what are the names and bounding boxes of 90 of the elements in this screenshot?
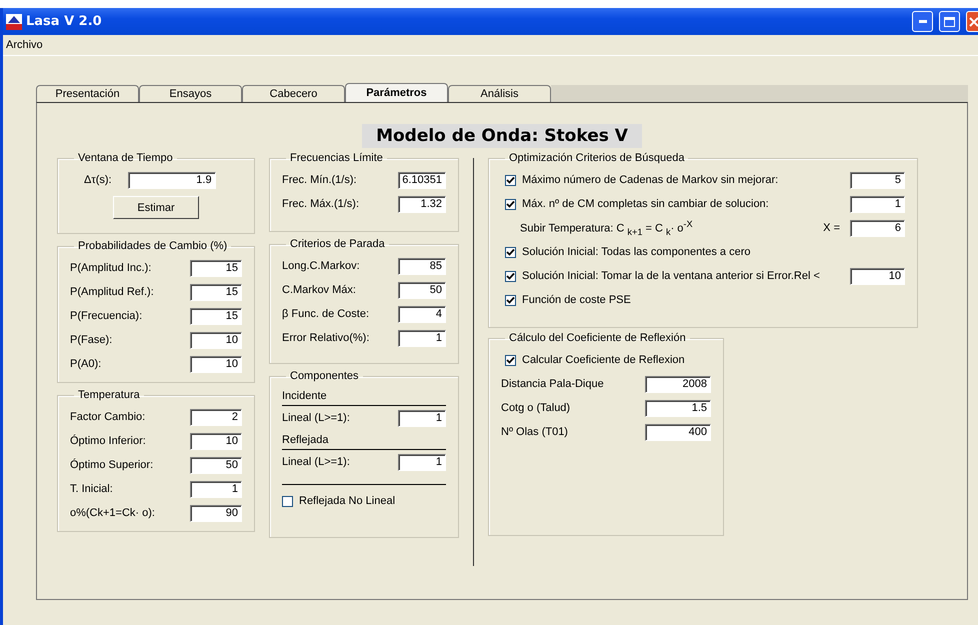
checkbox[interactable] [505, 354, 516, 366]
field-label: Lineal (L>=1): [282, 456, 350, 468]
formula-label: Subir Temperatura: C $_{k+1}$ = C $_{k}$· o$^{-X}$ [519, 219, 693, 237]
field-label: β Func. de Coste: [282, 308, 370, 320]
section-heading: Reflejada [282, 430, 446, 450]
input-field[interactable]: 90 [190, 504, 242, 522]
group-title: Optimización Criterios de Búsqueda [508, 152, 686, 164]
checkbox[interactable] [282, 496, 293, 506]
input-field[interactable]: 10 [190, 432, 242, 450]
section-heading: Incidente [282, 386, 446, 406]
field-label: P(Amplitud Inc.): [70, 262, 152, 274]
group-title: Probabilidades de Cambio (%) [77, 240, 228, 252]
checkbox-label[interactable]: Solución Inicial: Tomar la de la ventana anterior si Error.Rel < [522, 270, 820, 282]
input-field[interactable]: 50 [190, 456, 242, 474]
input-field[interactable]: 15 [190, 260, 242, 276]
input-field[interactable]: 1 [398, 330, 446, 346]
field-label: P(Frecuencia): [70, 310, 142, 322]
minimize-icon [918, 20, 926, 23]
group-title: Cálculo del Coeficiente de Reflexión [508, 332, 687, 344]
checkbox[interactable] [505, 174, 516, 186]
input-field[interactable]: 1.9 [128, 172, 216, 188]
field-label: Error Relativo(%): [282, 332, 370, 344]
checkbox-label[interactable]: Función de coste PSE [522, 294, 631, 306]
input-field[interactable]: 4 [398, 306, 446, 322]
app-logo-icon [6, 14, 22, 30]
checkbox[interactable] [505, 198, 516, 210]
input-field[interactable]: 2 [190, 408, 242, 426]
close-icon [969, 16, 978, 26]
group-title: Temperatura [77, 389, 141, 401]
input-field[interactable]: 1 [850, 196, 905, 212]
field-label: P(Amplitud Ref.): [70, 286, 154, 298]
field-label: Frec. Máx.(1/s): [282, 198, 360, 210]
checkbox-label[interactable]: Máximo número de Cadenas de Markov sin mejorar: [522, 174, 778, 186]
field-label: Nº Olas (T01) [501, 426, 568, 438]
input-field[interactable]: 15 [190, 308, 242, 324]
field-label: Δτ(s): [84, 174, 112, 186]
field-label: Cotg o (Talud) [501, 402, 570, 414]
field-label: Long.C.Markov: [282, 260, 360, 272]
field-label: o%(Ck+1=Ck· o): [70, 507, 155, 519]
checkbox[interactable] [505, 294, 516, 306]
input-field[interactable]: 10 [190, 356, 242, 372]
maximize-icon [944, 16, 955, 26]
input-field[interactable]: 1.32 [398, 196, 446, 212]
input-field[interactable]: 10 [190, 332, 242, 348]
input-field[interactable]: 2008 [645, 376, 711, 392]
tab[interactable]: Ensayos [139, 85, 242, 102]
minimize-button[interactable] [912, 11, 933, 32]
field-label: Frec. Mín.(1/s): [282, 174, 357, 186]
field-label: Óptimo Inferior: [70, 435, 146, 447]
tab[interactable]: Parámetros [345, 83, 448, 102]
model-heading: Modelo de Onda: Stokes V [362, 124, 642, 148]
input-field[interactable]: 1 [398, 410, 446, 426]
maximize-button[interactable] [939, 11, 960, 32]
tab[interactable]: Cabecero [242, 85, 345, 102]
checkbox-label[interactable]: Solución Inicial: Todas las componentes a cero [522, 246, 750, 258]
field-label: Distancia Pala-Dique [501, 378, 604, 390]
tab[interactable]: Presentación [36, 85, 139, 102]
menu-item[interactable]: Archivo [6, 39, 43, 51]
checkbox[interactable] [505, 270, 516, 282]
field-label: Óptimo Superior: [70, 459, 154, 471]
input-field[interactable]: 1.5 [645, 400, 711, 416]
group-title: Criterios de Parada [289, 238, 386, 250]
group-title: Ventana de Tiempo [77, 152, 174, 164]
checkbox-label[interactable]: Reflejada No Lineal [299, 495, 396, 507]
field-label: Factor Cambio: [70, 411, 146, 423]
field-label: P(Fase): [70, 334, 112, 346]
group-title: Frecuencias Límite [289, 152, 384, 164]
input-field[interactable]: 10 [850, 268, 905, 284]
input-field[interactable]: 1 [190, 480, 242, 498]
input-field[interactable]: 85 [398, 258, 446, 274]
input-field[interactable]: 400 [645, 424, 711, 440]
checkbox-label[interactable]: Máx. nº de CM completas sin cambiar de solucion: [522, 198, 769, 210]
input-field[interactable]: 50 [398, 282, 446, 298]
close-button[interactable] [966, 11, 978, 32]
field-label: X = [823, 222, 840, 234]
estimar-button[interactable]: Estimar [113, 196, 199, 219]
input-field[interactable]: 15 [190, 284, 242, 300]
input-field[interactable]: 6 [850, 220, 905, 236]
window-title: Lasa V 2.0 [26, 14, 102, 29]
tab[interactable]: Análisis [448, 85, 551, 102]
input-field[interactable]: 6.10351 [398, 172, 446, 188]
checkbox[interactable] [505, 246, 516, 258]
group-title: Componentes [289, 370, 360, 382]
input-field[interactable]: 5 [850, 172, 905, 188]
checkbox-label[interactable]: Calcular Coeficiente de Reflexion [522, 354, 685, 366]
field-label: C.Markov Máx: [282, 284, 356, 296]
field-label: T. Inicial: [70, 483, 113, 495]
field-label: P(A0): [70, 358, 102, 370]
input-field[interactable]: 1 [398, 454, 446, 470]
field-label: Lineal (L>=1): [282, 412, 350, 424]
